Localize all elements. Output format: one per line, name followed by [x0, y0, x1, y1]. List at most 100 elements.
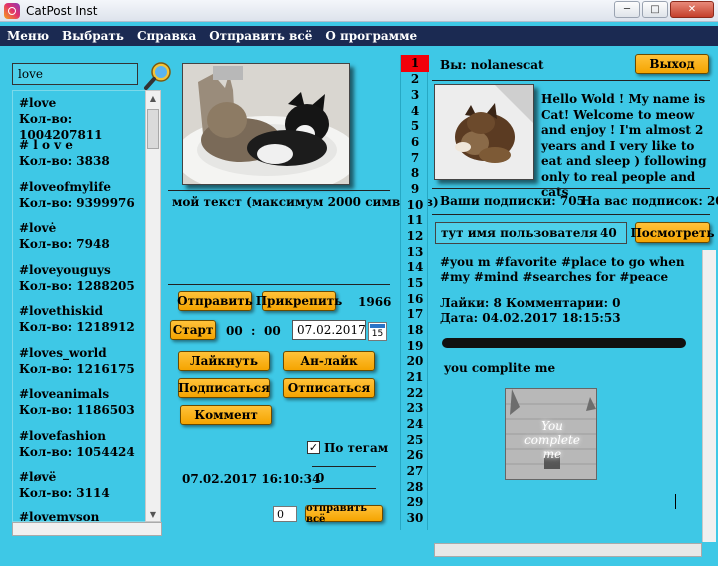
profile-avatar[interactable]	[434, 84, 534, 180]
list-item[interactable]: #lovė Кол-во: 7948	[19, 220, 110, 252]
time-separator: :	[251, 324, 256, 338]
list-item[interactable]: #lovemyson	[19, 509, 99, 521]
post-number-item[interactable]: 8	[401, 166, 429, 180]
menu-select[interactable]: Выбрать	[55, 29, 130, 43]
by-tags-checkbox[interactable]: ✓	[307, 441, 320, 454]
username-input[interactable]: тут имя пользователя	[435, 222, 627, 244]
tag-search-input[interactable]: love	[12, 63, 138, 85]
post-image-preview[interactable]	[182, 63, 350, 185]
post-number-item[interactable]: 3	[401, 88, 429, 102]
list-item[interactable]: #love Кол-во: 1004207811	[19, 95, 159, 143]
tag-list[interactable]: #love Кол-во: 1004207811 # l o v e Кол-во:…	[12, 90, 160, 522]
comment-button[interactable]: Коммент	[180, 405, 272, 425]
instagram-icon	[4, 2, 20, 19]
divider	[312, 488, 376, 489]
post-number-item[interactable]: 13	[401, 245, 429, 259]
followers-count: На вас подписок: 203	[581, 194, 718, 208]
unfollow-button[interactable]: Отписаться	[283, 378, 375, 398]
send-all-count-input[interactable]: 0	[273, 506, 297, 522]
post-number-list[interactable]: 1 2 3 4 5 6 7 8 9 10 11 12 13 14 15 16 1…	[400, 55, 429, 530]
menu-main[interactable]: Меню	[0, 29, 55, 43]
post-number-item[interactable]: 21	[401, 370, 429, 384]
magnifier-icon[interactable]	[143, 60, 175, 90]
post-number-item[interactable]: 2	[401, 72, 429, 86]
post-number-item[interactable]: 15	[401, 276, 429, 290]
tag-list-scrollbar[interactable]: ▲ ▼	[145, 90, 161, 522]
post-number-item[interactable]: 18	[401, 323, 429, 337]
divider	[168, 190, 390, 191]
list-item[interactable]: #lovethiskid Кол-во: 1218912	[19, 303, 135, 335]
post-number-item[interactable]: 5	[401, 119, 429, 133]
post-number-item[interactable]: 12	[401, 229, 429, 243]
list-item[interactable]: #lovefashion Кол-во: 1054424	[19, 428, 135, 460]
current-user-label: Вы: nolanescat	[440, 58, 544, 72]
post-number-item[interactable]: 10	[401, 198, 429, 212]
post-number-item[interactable]: 20	[401, 354, 429, 368]
close-button[interactable]: ✕	[670, 1, 714, 18]
post-image[interactable]: You complete me	[505, 388, 597, 480]
caption-hint[interactable]: мой текст (максимум 2000 символов)	[172, 195, 439, 209]
maximize-button[interactable]: □	[642, 1, 668, 18]
menu-bar: Меню Выбрать Справка Отправить всё О про…	[0, 26, 718, 46]
feed-scrollbar[interactable]	[702, 250, 716, 542]
send-button[interactable]: Отправить	[177, 291, 253, 311]
feed-hscrollbar[interactable]	[434, 543, 702, 557]
attach-button[interactable]: Прикрепить	[256, 291, 342, 311]
post-number-item[interactable]: 1	[401, 55, 429, 72]
post-number-item[interactable]: 14	[401, 260, 429, 274]
divider	[432, 214, 710, 215]
post-number-item[interactable]: 4	[401, 104, 429, 118]
menu-help[interactable]: Справка	[130, 29, 202, 43]
follow-button[interactable]: Подписаться	[178, 378, 270, 398]
list-item[interactable]: #loveofmylife Кол-во: 9399976	[19, 179, 135, 211]
minutes-field[interactable]: 00	[264, 324, 281, 338]
list-item[interactable]: #løvë Кол-во: 3114	[19, 469, 110, 501]
start-button[interactable]: Старт	[170, 320, 216, 340]
list-item[interactable]: # l o v e Кол-во: 3838	[19, 137, 110, 169]
scroll-up-icon[interactable]: ▲	[146, 91, 160, 105]
post-number-item[interactable]: 24	[401, 417, 429, 431]
post-number-item[interactable]: 7	[401, 151, 429, 165]
post-number-item[interactable]: 6	[401, 135, 429, 149]
scroll-down-icon[interactable]: ▼	[146, 507, 160, 521]
following-count: Ваши подписки: 705	[440, 194, 585, 208]
cat-sink-photo	[183, 64, 349, 184]
post-number-item[interactable]: 16	[401, 292, 429, 306]
hours-field[interactable]: 00	[226, 324, 243, 338]
post-number-item[interactable]: 30	[401, 511, 429, 525]
menu-send-all[interactable]: Отправить всё	[202, 29, 318, 43]
neon-sign-text: You complete me	[524, 419, 580, 461]
post-caption: #you m #favorite #place to go when #my #…	[440, 255, 685, 284]
post-number-item[interactable]: 26	[401, 448, 429, 462]
menu-about[interactable]: О программе	[318, 29, 423, 43]
post-caption: you complite me	[444, 361, 556, 375]
post-number-item[interactable]: 11	[401, 213, 429, 227]
list-item[interactable]: #loves_world Кол-во: 1216175	[19, 345, 135, 377]
char-count: 1966	[358, 295, 392, 309]
view-user-button[interactable]: Посмотреть	[630, 222, 715, 243]
username-count: 40	[600, 226, 617, 240]
like-button[interactable]: Лайкнуть	[178, 351, 270, 371]
post-number-item[interactable]: 23	[401, 401, 429, 415]
post-number-item[interactable]: 27	[401, 464, 429, 478]
list-item[interactable]: #loveyouguys Кол-во: 1288205	[19, 262, 135, 294]
post-number-item[interactable]: 9	[401, 182, 429, 196]
post-number-item[interactable]: 29	[401, 495, 429, 509]
unlike-button[interactable]: Ан-лайк	[283, 351, 375, 371]
window-controls: ─ □ ✕	[614, 1, 714, 18]
scroll-thumb[interactable]	[147, 109, 159, 149]
date-field[interactable]: 07.02.2017	[292, 320, 366, 340]
post-number-item[interactable]: 22	[401, 386, 429, 400]
post-number-item[interactable]: 28	[401, 480, 429, 494]
post-number-item[interactable]: 25	[401, 433, 429, 447]
calendar-icon[interactable]: 15	[368, 322, 387, 341]
post-number-item[interactable]: 19	[401, 339, 429, 353]
divider	[168, 284, 390, 285]
logout-button[interactable]: Выход	[635, 54, 709, 74]
minimize-button[interactable]: ─	[614, 1, 640, 18]
send-all-button[interactable]: отправить всё	[305, 503, 383, 525]
list-item[interactable]: #loveanimals Кол-во: 1186503	[19, 386, 135, 418]
tag-list-hscrollbar[interactable]	[12, 522, 162, 536]
post-number-item[interactable]: 17	[401, 307, 429, 321]
separator-bar	[442, 338, 686, 348]
